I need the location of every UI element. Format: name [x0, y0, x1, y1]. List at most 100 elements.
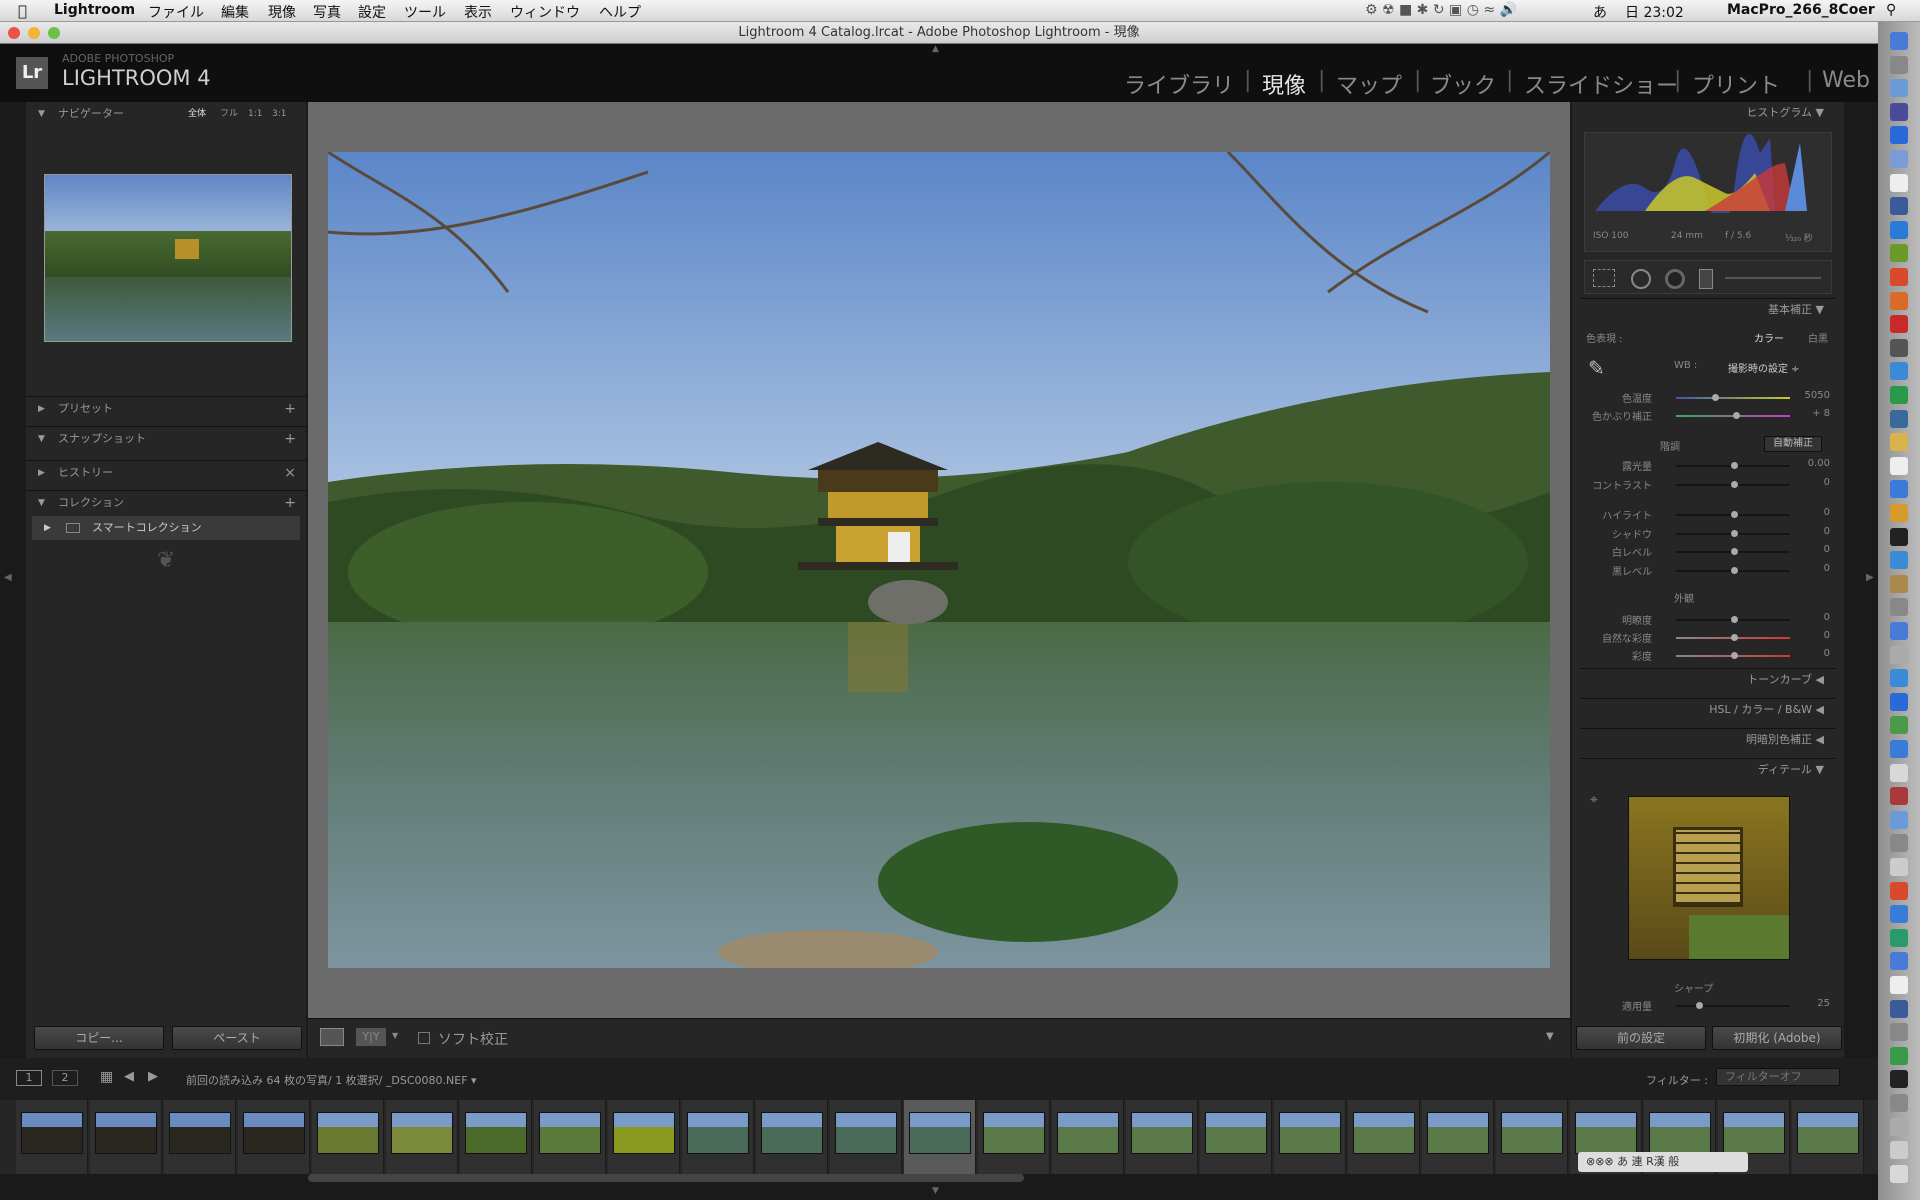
- filmstrip-thumbnail[interactable]: [1279, 1112, 1341, 1154]
- filmstrip-cell[interactable]: [978, 1100, 1050, 1174]
- menu-window[interactable]: ウィンドウ: [510, 2, 580, 22]
- filmstrip-thumbnail[interactable]: [1131, 1112, 1193, 1154]
- filmstrip-cell[interactable]: [904, 1100, 976, 1174]
- app-icon[interactable]: [1890, 928, 1908, 947]
- filmstrip-cell[interactable]: [164, 1100, 236, 1174]
- split-toning-header[interactable]: 明暗別色補正 ◀: [1580, 728, 1836, 750]
- module-book[interactable]: ブック: [1430, 68, 1496, 100]
- before-after-button[interactable]: Y|Y: [356, 1028, 386, 1046]
- filmstrip-thumbnail[interactable]: [687, 1112, 749, 1154]
- blacks-slider-thumb[interactable]: [1731, 566, 1738, 574]
- app-menu[interactable]: Lightroom: [54, 2, 135, 18]
- filmstrip-scrollbar[interactable]: [308, 1174, 1024, 1182]
- secondary-window-button[interactable]: 2: [52, 1070, 78, 1086]
- filmstrip-cell[interactable]: [386, 1100, 458, 1174]
- bottom-panel-toggle-icon[interactable]: ▼: [932, 1186, 939, 1196]
- host-name[interactable]: MacPro_266_8Coer: [1727, 2, 1875, 18]
- wb-select[interactable]: 撮影時の設定 ÷: [1728, 360, 1800, 375]
- app-icon[interactable]: [1890, 952, 1908, 971]
- highlights-slider[interactable]: [1676, 511, 1790, 518]
- treatment-bw[interactable]: 白黒: [1808, 330, 1828, 345]
- module-slideshow[interactable]: スライドショー: [1524, 68, 1678, 100]
- reset-button[interactable]: 初期化 (Adobe): [1712, 1026, 1842, 1050]
- previous-settings-button[interactable]: 前の設定: [1576, 1026, 1706, 1050]
- graduated-filter-icon[interactable]: [1699, 269, 1713, 289]
- camera-icon[interactable]: [1890, 527, 1908, 546]
- app-icon[interactable]: [1890, 1141, 1908, 1160]
- grid-icon[interactable]: ▦: [100, 1069, 113, 1085]
- filmstrip-cell[interactable]: [1052, 1100, 1124, 1174]
- temperature-slider-thumb[interactable]: [1712, 394, 1720, 401]
- detail-header[interactable]: ディテール ▼: [1580, 758, 1836, 780]
- filmstrip-cell[interactable]: [534, 1100, 606, 1174]
- module-develop[interactable]: 現像: [1262, 68, 1306, 100]
- zoom-window-button[interactable]: [48, 27, 60, 39]
- filmstrip-cell[interactable]: [756, 1100, 828, 1174]
- toolbar-menu-icon[interactable]: ▼: [1546, 1031, 1554, 1042]
- calendar-icon[interactable]: [1890, 456, 1908, 475]
- app-icon[interactable]: [1890, 740, 1908, 758]
- module-map[interactable]: マップ: [1336, 68, 1402, 100]
- paste-button[interactable]: ペースト: [172, 1026, 302, 1050]
- temperature-slider[interactable]: [1676, 394, 1790, 401]
- exposure-slider-thumb[interactable]: [1731, 462, 1738, 469]
- basic-header[interactable]: 基本補正 ▼: [1580, 298, 1836, 320]
- menu-develop[interactable]: 現像: [268, 2, 296, 22]
- filmstrip-thumbnail[interactable]: [21, 1112, 83, 1154]
- top-panel-toggle-icon[interactable]: ▲: [932, 44, 939, 54]
- eyedropper-icon[interactable]: ✎: [1588, 356, 1614, 382]
- menu-view[interactable]: 表示: [464, 2, 492, 22]
- filmstrip-thumbnail[interactable]: [317, 1112, 379, 1154]
- add-snapshot-icon[interactable]: +: [284, 427, 296, 451]
- sharpen-amount-slider[interactable]: [1676, 1002, 1790, 1009]
- forward-arrow-icon[interactable]: ▶: [148, 1069, 158, 1084]
- filmstrip-cell[interactable]: [682, 1100, 754, 1174]
- source-info[interactable]: 前回の読み込み 64 枚の写真/ 1 枚選択/ _DSC0080.NEF ▾: [186, 1072, 477, 1088]
- blacks-slider[interactable]: [1676, 566, 1790, 574]
- filmstrip-cell[interactable]: [1496, 1100, 1568, 1174]
- add-preset-icon[interactable]: +: [284, 397, 296, 421]
- app-icon[interactable]: [1890, 1070, 1908, 1089]
- before-after-dropdown-icon[interactable]: ▼: [392, 1031, 398, 1040]
- maps-icon[interactable]: [1890, 386, 1908, 404]
- main-photo[interactable]: [328, 152, 1550, 968]
- preview-icon[interactable]: [1890, 197, 1908, 216]
- filmstrip-thumbnail[interactable]: [243, 1112, 305, 1154]
- filmstrip-cell[interactable]: [1792, 1100, 1864, 1174]
- hsl-header[interactable]: HSL / カラー / B&W ◀: [1580, 698, 1836, 720]
- app-icon[interactable]: [1890, 645, 1908, 664]
- navigator-preview[interactable]: [44, 174, 292, 342]
- filmstrip-thumbnail[interactable]: [1057, 1112, 1119, 1154]
- vibrance-slider[interactable]: [1676, 634, 1790, 641]
- filmstrip-cell[interactable]: [1348, 1100, 1420, 1174]
- copy-button[interactable]: コピー...: [34, 1026, 164, 1050]
- filmstrip-cell[interactable]: [830, 1100, 902, 1174]
- clear-history-icon[interactable]: ×: [284, 461, 296, 485]
- saturation-slider[interactable]: [1676, 652, 1790, 659]
- close-window-button[interactable]: [8, 27, 20, 39]
- histogram-header[interactable]: ヒストグラム ▼: [1580, 102, 1836, 124]
- snapshots-header[interactable]: ▼ スナップショット +: [26, 426, 306, 450]
- zoom-3to1[interactable]: 3:1: [272, 102, 286, 126]
- filmstrip-thumbnail[interactable]: [1723, 1112, 1785, 1154]
- menu-tools[interactable]: ツール: [404, 2, 446, 22]
- bridge-icon[interactable]: [1890, 268, 1908, 286]
- filmstrip-thumbnail[interactable]: [835, 1112, 897, 1154]
- messages-icon[interactable]: [1890, 362, 1908, 381]
- shadows-value[interactable]: 0: [1794, 526, 1830, 537]
- apple-icon[interactable]: : [18, 2, 27, 20]
- presets-header[interactable]: ▶ プリセット +: [26, 396, 306, 420]
- app-store-icon[interactable]: [1890, 126, 1908, 145]
- soft-proof-checkbox[interactable]: [418, 1032, 430, 1044]
- shadows-slider-thumb[interactable]: [1731, 529, 1738, 537]
- vibrance-value[interactable]: 0: [1794, 630, 1830, 641]
- filmstrip-thumbnail[interactable]: [539, 1112, 601, 1154]
- app-icon[interactable]: [1890, 692, 1908, 711]
- right-panel-toggle-icon[interactable]: ▶: [1866, 572, 1874, 583]
- crop-tool-icon[interactable]: [1593, 269, 1615, 287]
- whites-slider-thumb[interactable]: [1731, 548, 1738, 555]
- saturation-slider-thumb[interactable]: [1731, 652, 1738, 659]
- app-icon[interactable]: [1890, 858, 1908, 876]
- app-icon[interactable]: [1890, 669, 1908, 688]
- status-icons[interactable]: ⚙ ☢ ■ ✱ ↻ ▣ ◷ ≈ 🔊: [1365, 2, 1517, 18]
